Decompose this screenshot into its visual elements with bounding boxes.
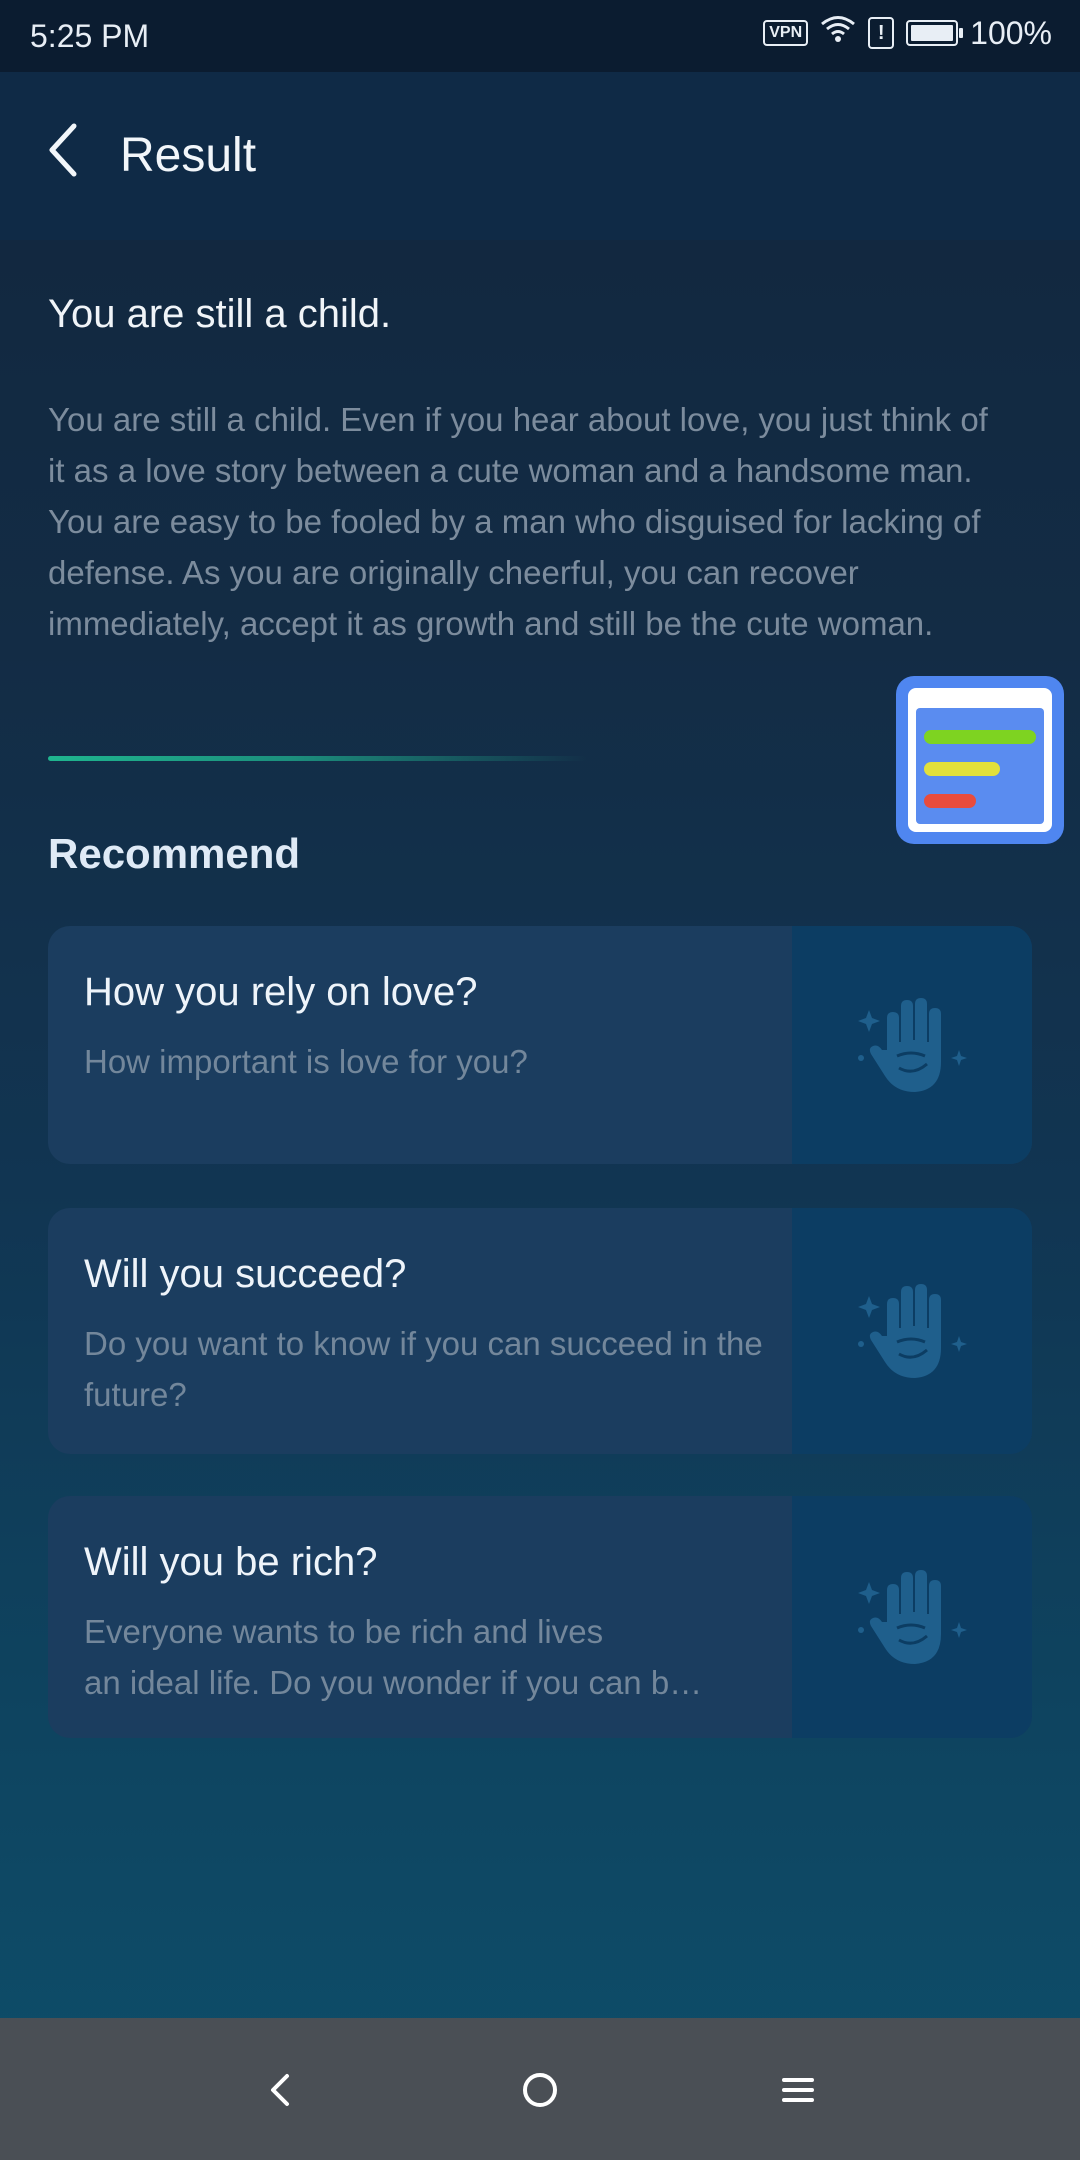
recommend-card-succeed[interactable]: Will you succeed? Do you want to know if… (48, 1208, 1032, 1454)
battery-fill (911, 25, 954, 41)
card-title: How you rely on love? (84, 970, 478, 1014)
app-bar: Result (0, 72, 1080, 240)
alert-icon: ! (868, 17, 895, 49)
result-description: You are still a child. Even if you hear … (48, 401, 988, 642)
nav-home-button[interactable] (504, 2054, 576, 2126)
palm-icon (858, 1570, 967, 1664)
card-description: How important is love for you? (84, 1043, 528, 1080)
card-image (792, 1496, 1032, 1738)
section-divider (48, 756, 588, 761)
nav-back-icon (271, 2074, 289, 2106)
vpn-icon: VPN (763, 20, 809, 46)
battery-icon (906, 20, 964, 46)
floating-notes-icon (896, 676, 1064, 844)
chevron-left-icon (49, 123, 77, 177)
card-title: Will you be rich? (84, 1540, 378, 1584)
card-description: Do you want to know if you can succeed i… (84, 1325, 763, 1413)
palm-icon (858, 1284, 967, 1378)
nav-menu-icon (782, 2078, 814, 2102)
card-description: Everyone wants to be rich and lives an i… (84, 1606, 774, 1708)
recommend-card-rely-on-love[interactable]: How you rely on love? How important is l… (48, 926, 1032, 1164)
back-button[interactable] (36, 118, 92, 182)
card-description-line: Everyone wants to be rich and lives (84, 1613, 604, 1650)
recommend-card-rich[interactable]: Will you be rich? Everyone wants to be r… (48, 1496, 1032, 1738)
nav-home-icon (523, 2073, 557, 2107)
wifi-icon (820, 14, 856, 52)
status-icons: VPN ! 100% (763, 14, 1052, 52)
nav-menu-button[interactable] (762, 2054, 834, 2126)
system-nav-bar (0, 2018, 1080, 2160)
card-description-line: an ideal life. Do you wonder if you can … (84, 1664, 703, 1701)
floating-notes-button[interactable] (894, 674, 1066, 846)
battery-percentage: 100% (970, 14, 1052, 51)
card-image (792, 926, 1032, 1164)
card-title: Will you succeed? (84, 1252, 407, 1296)
result-title: You are still a child. (48, 292, 392, 336)
nav-back-button[interactable] (245, 2054, 317, 2126)
page-title: Result (120, 129, 257, 182)
palm-icon (858, 998, 967, 1092)
status-time: 5:25 PM (30, 18, 150, 54)
recommend-heading: Recommend (48, 830, 301, 877)
card-image (792, 1208, 1032, 1454)
status-bar: 5:25 PM VPN ! 100% (0, 0, 1080, 72)
